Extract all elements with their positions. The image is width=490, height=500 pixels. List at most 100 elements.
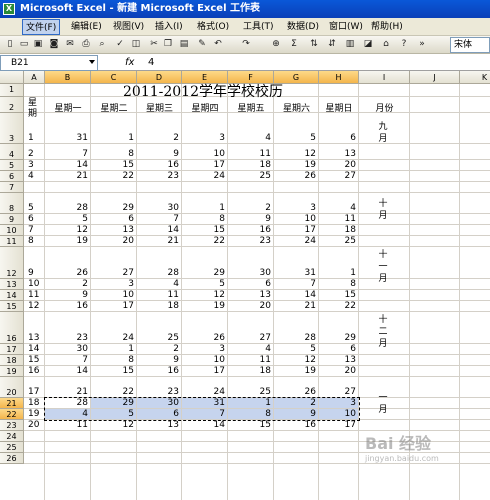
day-cell[interactable]: 12 (91, 420, 134, 430)
day-cell[interactable]: 26 (45, 268, 88, 278)
day-cell[interactable]: 23 (228, 236, 271, 246)
day-cell[interactable]: 15 (319, 290, 356, 300)
day-cell[interactable]: 31 (45, 133, 88, 143)
row-header-11[interactable]: 11 (0, 236, 24, 247)
day-cell[interactable]: 4 (228, 344, 271, 354)
day-cell[interactable]: 12 (45, 225, 88, 235)
day-cell[interactable]: 19 (182, 301, 225, 311)
menu-file[interactable]: 文件(F) (22, 19, 61, 35)
day-cell[interactable]: 20 (91, 236, 134, 246)
column-header-f[interactable]: F (228, 71, 274, 84)
toolbar-options-icon[interactable]: » (416, 38, 428, 51)
column-header-e[interactable]: E (182, 71, 228, 84)
column-header-g[interactable]: G (274, 71, 319, 84)
save-icon[interactable]: ▣ (32, 38, 44, 51)
day-cell[interactable]: 27 (91, 268, 134, 278)
row-header-17[interactable]: 17 (0, 344, 24, 355)
day-cell[interactable]: 12 (182, 290, 225, 300)
day-cell[interactable]: 26 (274, 387, 316, 397)
sort-ascending-icon[interactable]: ⇅ (308, 38, 320, 51)
day-cell[interactable]: 23 (137, 171, 179, 181)
day-cell[interactable]: 14 (137, 225, 179, 235)
hyperlink-icon[interactable]: ⊕ (270, 38, 282, 51)
day-cell[interactable]: 23 (45, 333, 88, 343)
day-cell[interactable]: 6 (228, 279, 271, 289)
day-cell[interactable]: 11 (137, 290, 179, 300)
day-cell[interactable]: 3 (274, 203, 316, 213)
day-cell[interactable]: 14 (274, 290, 316, 300)
day-cell[interactable]: 2 (45, 279, 88, 289)
day-cell[interactable]: 22 (182, 236, 225, 246)
row-header-16[interactable]: 16 (0, 312, 24, 344)
day-cell[interactable]: 5 (274, 344, 316, 354)
column-header-c[interactable]: C (91, 71, 137, 84)
row-header-12[interactable]: 12 (0, 247, 24, 279)
day-cell[interactable]: 1 (91, 133, 134, 143)
day-cell[interactable]: 11 (319, 214, 356, 224)
day-cell[interactable]: 7 (137, 214, 179, 224)
day-cell[interactable]: 3 (182, 133, 225, 143)
copy-icon[interactable]: ❐ (162, 38, 174, 51)
day-cell[interactable]: 1 (182, 203, 225, 213)
row-header-6[interactable]: 6 (0, 171, 24, 182)
open-icon[interactable]: ▭ (18, 38, 30, 51)
day-cell[interactable]: 26 (274, 171, 316, 181)
day-cell[interactable]: 30 (45, 344, 88, 354)
row-header-20[interactable]: 20 (0, 377, 24, 398)
day-cell[interactable]: 16 (137, 366, 179, 376)
menu-edit[interactable]: 编辑(E) (68, 19, 105, 35)
day-cell[interactable]: 16 (274, 420, 316, 430)
cut-icon[interactable]: ✂ (148, 38, 160, 51)
day-cell[interactable]: 16 (45, 301, 88, 311)
day-cell[interactable]: 3 (91, 279, 134, 289)
day-cell[interactable]: 28 (137, 268, 179, 278)
column-header-k[interactable]: K (460, 71, 490, 84)
day-cell[interactable]: 11 (228, 149, 271, 159)
research-icon[interactable]: ◫ (130, 38, 142, 51)
day-cell[interactable]: 28 (45, 203, 88, 213)
row-header-8[interactable]: 8 (0, 193, 24, 214)
zoom-icon[interactable]: ⌂ (380, 38, 392, 51)
day-cell[interactable]: 12 (274, 149, 316, 159)
day-cell[interactable]: 4 (228, 133, 271, 143)
sort-descending-icon[interactable]: ⇵ (326, 38, 338, 51)
day-cell[interactable]: 22 (91, 387, 134, 397)
day-cell[interactable]: 8 (319, 279, 356, 289)
day-cell[interactable]: 5 (182, 279, 225, 289)
day-cell[interactable]: 20 (319, 160, 356, 170)
day-cell[interactable]: 27 (319, 171, 356, 181)
row-header-7[interactable]: 7 (0, 182, 24, 193)
day-cell[interactable]: 20 (319, 366, 356, 376)
day-cell[interactable]: 7 (45, 355, 88, 365)
day-cell[interactable]: 17 (182, 366, 225, 376)
day-cell[interactable]: 22 (319, 301, 356, 311)
day-cell[interactable]: 4 (319, 203, 356, 213)
day-cell[interactable]: 5 (45, 214, 88, 224)
format-painter-icon[interactable]: ✎ (196, 38, 208, 51)
day-cell[interactable]: 6 (319, 344, 356, 354)
column-header-i[interactable]: I (359, 71, 410, 84)
day-cell[interactable]: 19 (274, 366, 316, 376)
day-cell[interactable]: 9 (228, 214, 271, 224)
day-cell[interactable]: 30 (137, 203, 179, 213)
menu-help[interactable]: 帮助(H) (368, 19, 406, 35)
day-cell[interactable]: 9 (137, 355, 179, 365)
day-cell[interactable]: 2 (228, 203, 271, 213)
day-cell[interactable]: 29 (182, 268, 225, 278)
row-header-26[interactable]: 26 (0, 453, 24, 464)
day-cell[interactable]: 24 (182, 171, 225, 181)
day-cell[interactable]: 18 (228, 160, 271, 170)
column-header-a[interactable]: A (24, 71, 45, 84)
menu-tools[interactable]: 工具(T) (240, 19, 277, 35)
row-header-5[interactable]: 5 (0, 160, 24, 171)
day-cell[interactable]: 6 (91, 214, 134, 224)
day-cell[interactable]: 15 (182, 225, 225, 235)
day-cell[interactable]: 12 (274, 355, 316, 365)
email-icon[interactable]: ✉ (64, 38, 76, 51)
day-cell[interactable]: 25 (228, 171, 271, 181)
row-header-25[interactable]: 25 (0, 442, 24, 453)
day-cell[interactable]: 25 (228, 387, 271, 397)
name-box[interactable]: B21 (0, 55, 98, 71)
day-cell[interactable]: 3 (182, 344, 225, 354)
day-cell[interactable]: 21 (45, 387, 88, 397)
